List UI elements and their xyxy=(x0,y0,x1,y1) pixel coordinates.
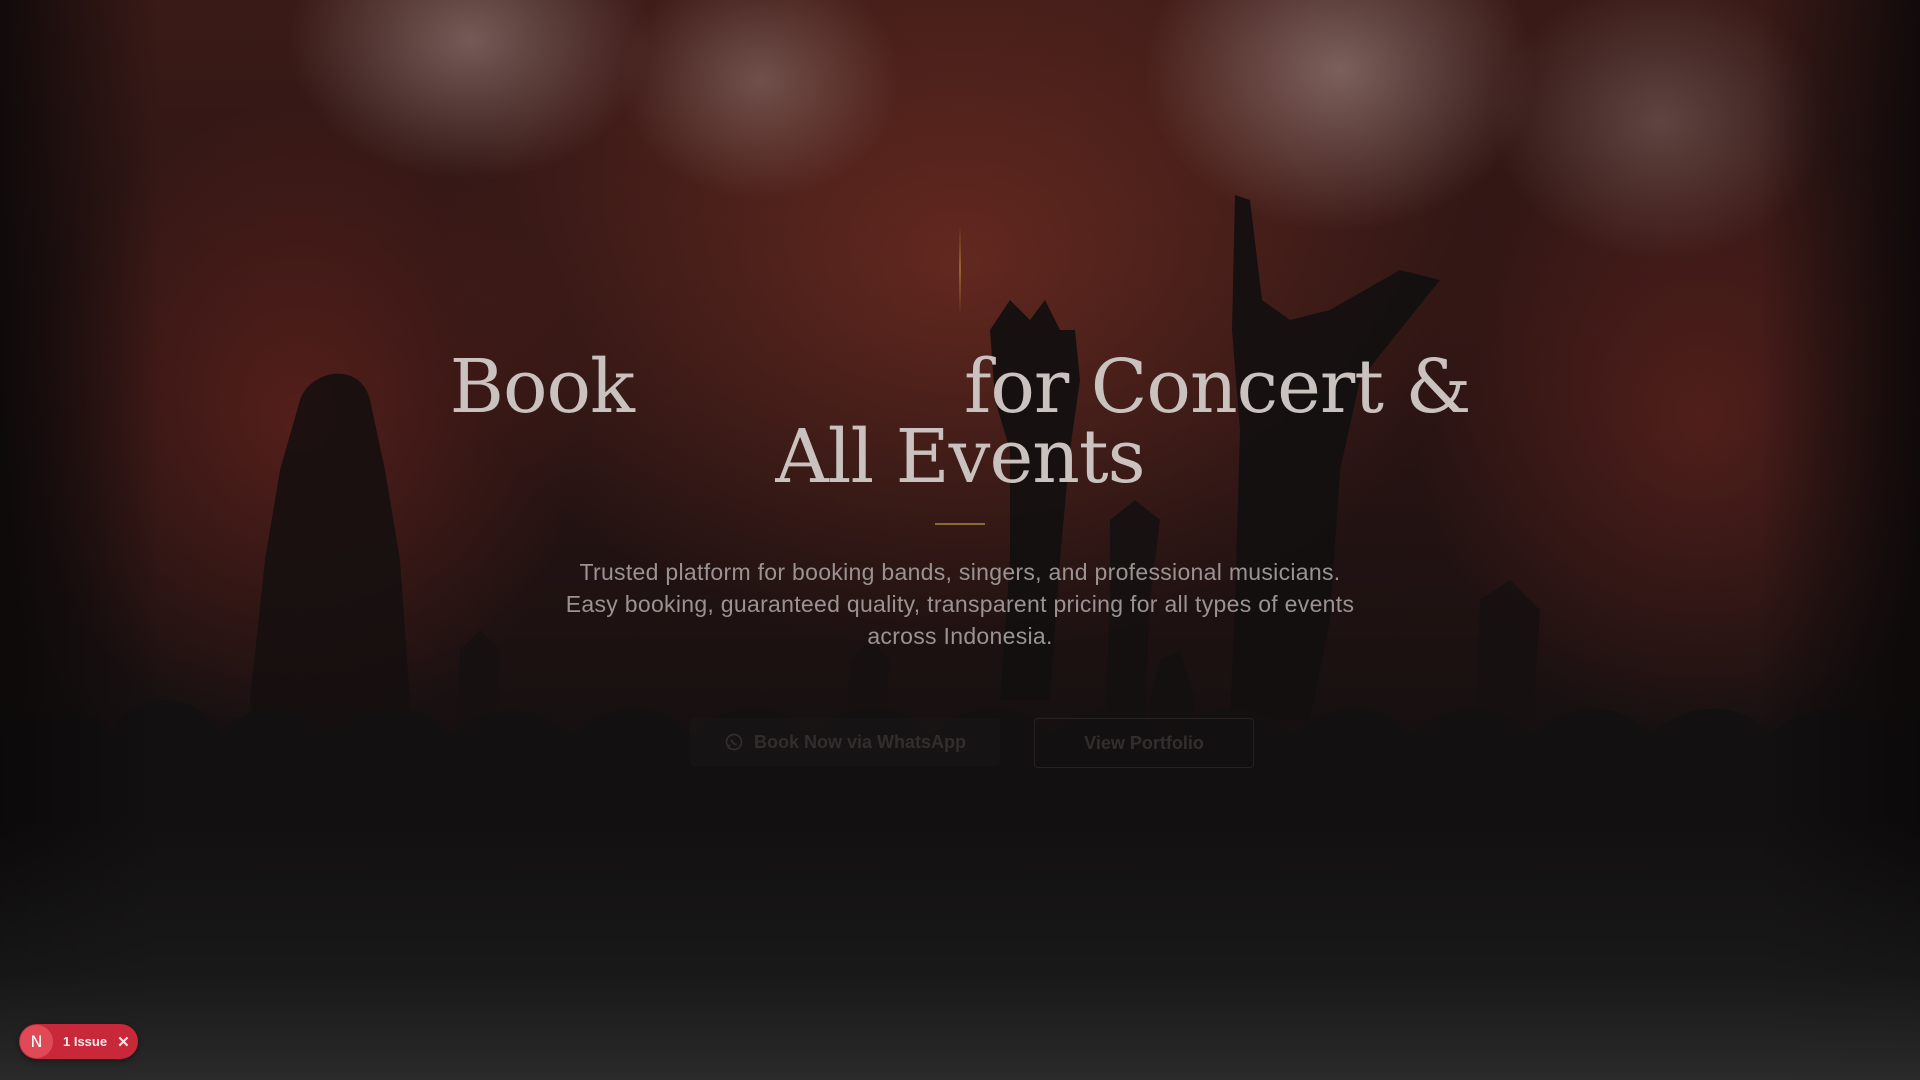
nextjs-logo-icon[interactable]: N xyxy=(20,1025,53,1058)
hero-subtitle: Trusted platform for booking bands, sing… xyxy=(565,559,1355,649)
hero-headline: Book for Concert & All Events xyxy=(0,344,1920,500)
bottom-fade xyxy=(0,820,1920,1080)
hero-section: Book for Concert & All Events Trusted pla… xyxy=(0,0,1920,1080)
view-portfolio-button[interactable]: View Portfolio xyxy=(1034,718,1254,768)
vertical-accent-line xyxy=(959,225,961,315)
dev-issues-badge[interactable]: N 1 Issue ✕ xyxy=(19,1024,138,1059)
view-portfolio-label: View Portfolio xyxy=(1084,732,1204,753)
book-whatsapp-button[interactable]: Book Now via WhatsApp xyxy=(690,718,1000,766)
gold-divider xyxy=(935,523,985,525)
issue-count-label[interactable]: 1 Issue xyxy=(63,1034,107,1049)
close-icon[interactable]: ✕ xyxy=(117,1033,130,1051)
hero-cta-row: Book Now via WhatsApp View Portfolio xyxy=(0,718,1920,768)
headline-line-1: Book for Concert & xyxy=(0,344,1920,430)
headline-line-2: All Events xyxy=(775,414,1145,500)
headline-word-book: Book xyxy=(449,344,635,430)
book-whatsapp-label: Book Now via WhatsApp xyxy=(753,731,966,752)
whatsapp-icon xyxy=(725,733,743,751)
